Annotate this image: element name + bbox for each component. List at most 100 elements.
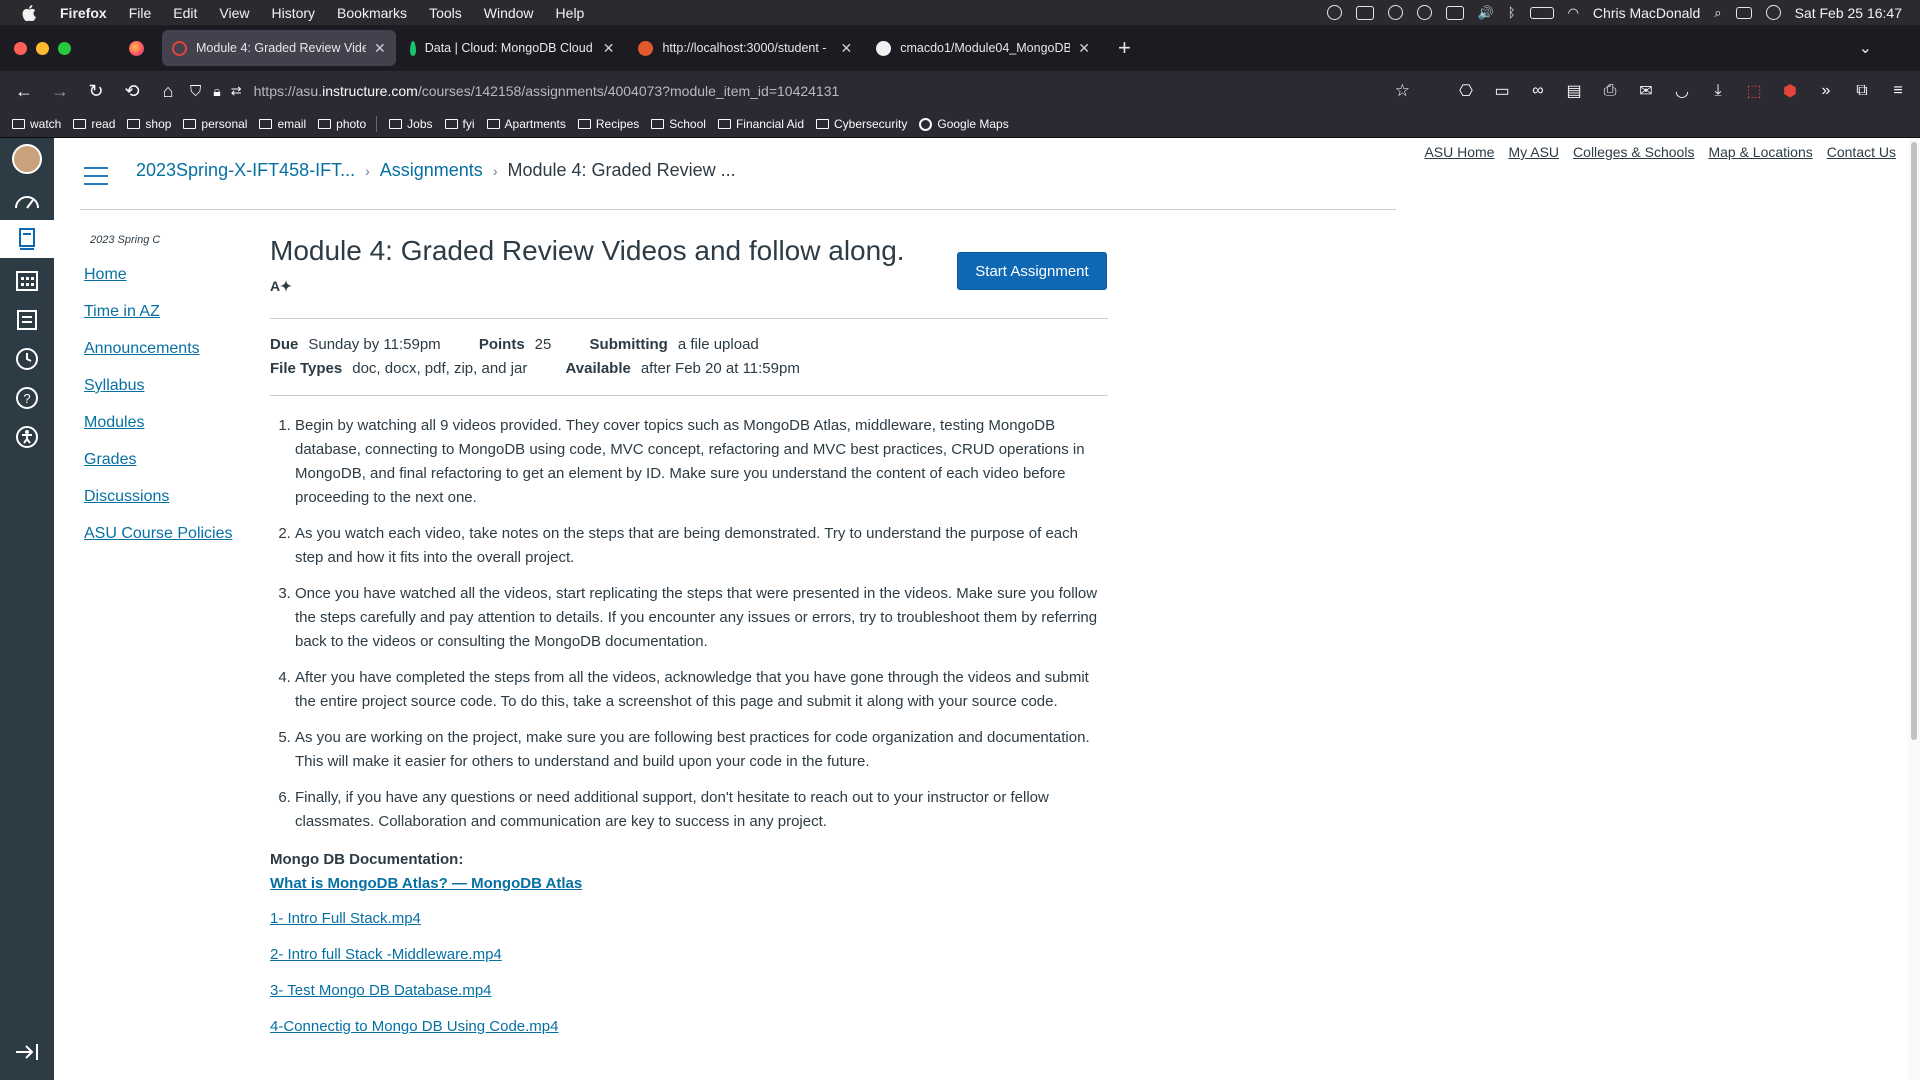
link-video-3[interactable]: 3- Test Mongo DB Database.mp4 (270, 979, 1108, 1003)
print-icon[interactable]: ⎙ (1598, 75, 1622, 107)
menu-history[interactable]: History (271, 5, 315, 21)
breadcrumb-course[interactable]: 2023Spring-X-IFT458-IFT... (136, 160, 355, 181)
address-bar[interactable]: ⛉ 🔒︎ ⇄ https://asu. instructure.com/cours… (190, 76, 1410, 106)
bookmark-watch[interactable]: watch (12, 117, 61, 131)
bookmark-apartments[interactable]: Apartments (486, 117, 566, 131)
link-contact-us[interactable]: Contact Us (1827, 144, 1896, 160)
menu-help[interactable]: Help (556, 5, 585, 21)
link-mongodb-atlas-docs[interactable]: What is MongoDB Atlas? — MongoDB Atlas (270, 872, 1108, 896)
overflow-chevrons-icon[interactable]: » (1814, 75, 1838, 107)
pdf-extension-icon[interactable]: ⬚ (1742, 75, 1766, 107)
creative-cloud-icon[interactable] (1387, 5, 1403, 20)
time-machine-icon[interactable] (1416, 5, 1432, 20)
close-window-button[interactable] (14, 41, 27, 55)
menu-firefox[interactable]: Firefox (60, 5, 107, 21)
home-icon[interactable]: ⌂ (150, 75, 186, 107)
forward-arrow-icon[interactable]: → (42, 75, 78, 107)
reader-glasses-icon[interactable]: ∞ (1526, 75, 1550, 107)
bookmark-school[interactable]: School (651, 117, 706, 131)
course-nav-discussions[interactable]: Discussions (84, 487, 233, 507)
dashboard-gauge-icon[interactable] (13, 187, 41, 215)
siri-icon[interactable] (1765, 5, 1781, 20)
extensions-puzzle-icon[interactable]: ⧉ (1850, 75, 1874, 107)
bookmark-google-maps[interactable]: Google Maps (919, 117, 1009, 131)
course-nav-asu-course-policies[interactable]: ASU Course Policies (84, 524, 233, 544)
bookmark-financial-aid[interactable]: Financial Aid (717, 117, 804, 131)
close-tab-icon[interactable]: ✕ (1078, 40, 1090, 57)
bookmark-personal[interactable]: personal (183, 117, 247, 131)
immersive-reader-icon[interactable]: A✦ (270, 278, 294, 298)
collapse-nav-icon[interactable] (13, 1038, 41, 1066)
folder-icon[interactable]: ▭ (1490, 75, 1514, 107)
history-clock-icon[interactable] (13, 345, 41, 373)
bookmark-star-icon[interactable]: ☆ (1395, 81, 1410, 101)
course-nav-time-in-az[interactable]: Time in AZ (84, 302, 233, 322)
link-my-asu[interactable]: My ASU (1508, 144, 1559, 160)
inbox-icon[interactable] (13, 306, 41, 334)
close-tab-icon[interactable]: ✕ (840, 40, 852, 57)
courses-book-icon[interactable] (0, 220, 54, 258)
course-nav-modules[interactable]: Modules (84, 413, 233, 433)
scrollbar-thumb[interactable] (1911, 142, 1917, 740)
ublock-extension-icon[interactable]: ⬢ (1778, 75, 1802, 107)
course-nav-grades[interactable]: Grades (84, 450, 233, 470)
calendar-icon[interactable] (13, 267, 41, 295)
app-menu-icon[interactable]: ≡ (1886, 75, 1910, 107)
link-asu-home[interactable]: ASU Home (1424, 144, 1494, 160)
control-center-icon[interactable] (1735, 6, 1752, 19)
tracking-shield-icon[interactable]: ⛉ (190, 83, 201, 100)
keyboard-icon[interactable] (1445, 5, 1464, 20)
bookmark-cybersecurity[interactable]: Cybersecurity (816, 117, 907, 131)
tab-github[interactable]: cmacdo1/Module04_MongoDB_ ✕ (866, 30, 1100, 66)
mail-icon[interactable]: ✉ (1634, 75, 1658, 107)
minimize-window-button[interactable] (36, 41, 49, 55)
menu-tools[interactable]: Tools (429, 5, 462, 21)
account-avatar[interactable] (12, 144, 42, 174)
breadcrumb-assignments[interactable]: Assignments (380, 160, 483, 181)
status-circle-icon[interactable] (1326, 5, 1342, 20)
permissions-icon[interactable]: ⇄ (231, 83, 242, 99)
bookmark-photo[interactable]: photo (318, 117, 366, 131)
apple-icon[interactable] (18, 4, 40, 22)
pocket-save-icon[interactable]: ⎔ (1454, 75, 1478, 107)
accessibility-icon[interactable] (13, 423, 41, 451)
volume-icon[interactable]: 🔊 (1478, 5, 1494, 21)
bookmark-jobs[interactable]: Jobs (389, 117, 433, 131)
menu-window[interactable]: Window (484, 5, 534, 21)
link-video-4[interactable]: 4-Connectig to Mongo DB Using Code.mp4 (270, 1015, 1108, 1039)
course-nav-home[interactable]: Home (84, 265, 233, 285)
bookmark-email[interactable]: email (259, 117, 306, 131)
spotlight-search-icon[interactable]: ⌕ (1714, 5, 1721, 21)
back-arrow-icon[interactable]: ← (6, 75, 42, 107)
history-icon[interactable]: ⟲ (114, 75, 150, 107)
battery-icon[interactable] (1529, 6, 1554, 19)
lock-icon[interactable]: 🔒︎ (213, 83, 220, 100)
bookmark-fyi[interactable]: fyi (444, 117, 475, 131)
help-question-icon[interactable]: ? (13, 384, 41, 412)
page-scrollbar[interactable] (1908, 138, 1920, 1080)
reload-icon[interactable]: ↻ (78, 75, 114, 107)
tab-localhost[interactable]: http://localhost:3000/student - ✕ (628, 30, 862, 66)
link-video-1[interactable]: 1- Intro Full Stack.mp4 (270, 907, 1108, 931)
clock[interactable]: Sat Feb 25 16:47 (1795, 5, 1902, 21)
wifi-icon[interactable]: ◠ (1568, 5, 1579, 21)
bookmark-recipes[interactable]: Recipes (577, 117, 639, 131)
course-menu-hamburger-icon[interactable] (84, 167, 108, 191)
menu-view[interactable]: View (219, 5, 249, 21)
course-nav-syllabus[interactable]: Syllabus (84, 376, 233, 396)
list-all-tabs-chevron-icon[interactable]: ⌄ (1859, 38, 1872, 58)
menu-file[interactable]: File (129, 5, 152, 21)
download-icon[interactable]: ⤓ (1706, 75, 1730, 107)
course-nav-announcements[interactable]: Announcements (84, 339, 233, 359)
bookmark-shop[interactable]: shop (127, 117, 171, 131)
tab-module4[interactable]: Module 4: Graded Review Video ✕ (162, 30, 396, 66)
user-name[interactable]: Chris MacDonald (1593, 5, 1700, 21)
menu-edit[interactable]: Edit (173, 5, 197, 21)
link-colleges-schools[interactable]: Colleges & Schools (1573, 144, 1694, 160)
link-video-2[interactable]: 2- Intro full Stack -Middleware.mp4 (270, 943, 1108, 967)
bookmark-read[interactable]: read (73, 117, 115, 131)
bluetooth-icon[interactable]: ᛒ (1508, 5, 1516, 20)
tab-mongodb-cloud[interactable]: Data | Cloud: MongoDB Cloud ✕ (400, 30, 625, 66)
status-window-icon[interactable] (1355, 5, 1374, 20)
pinned-tab-firefox[interactable] (114, 30, 158, 66)
